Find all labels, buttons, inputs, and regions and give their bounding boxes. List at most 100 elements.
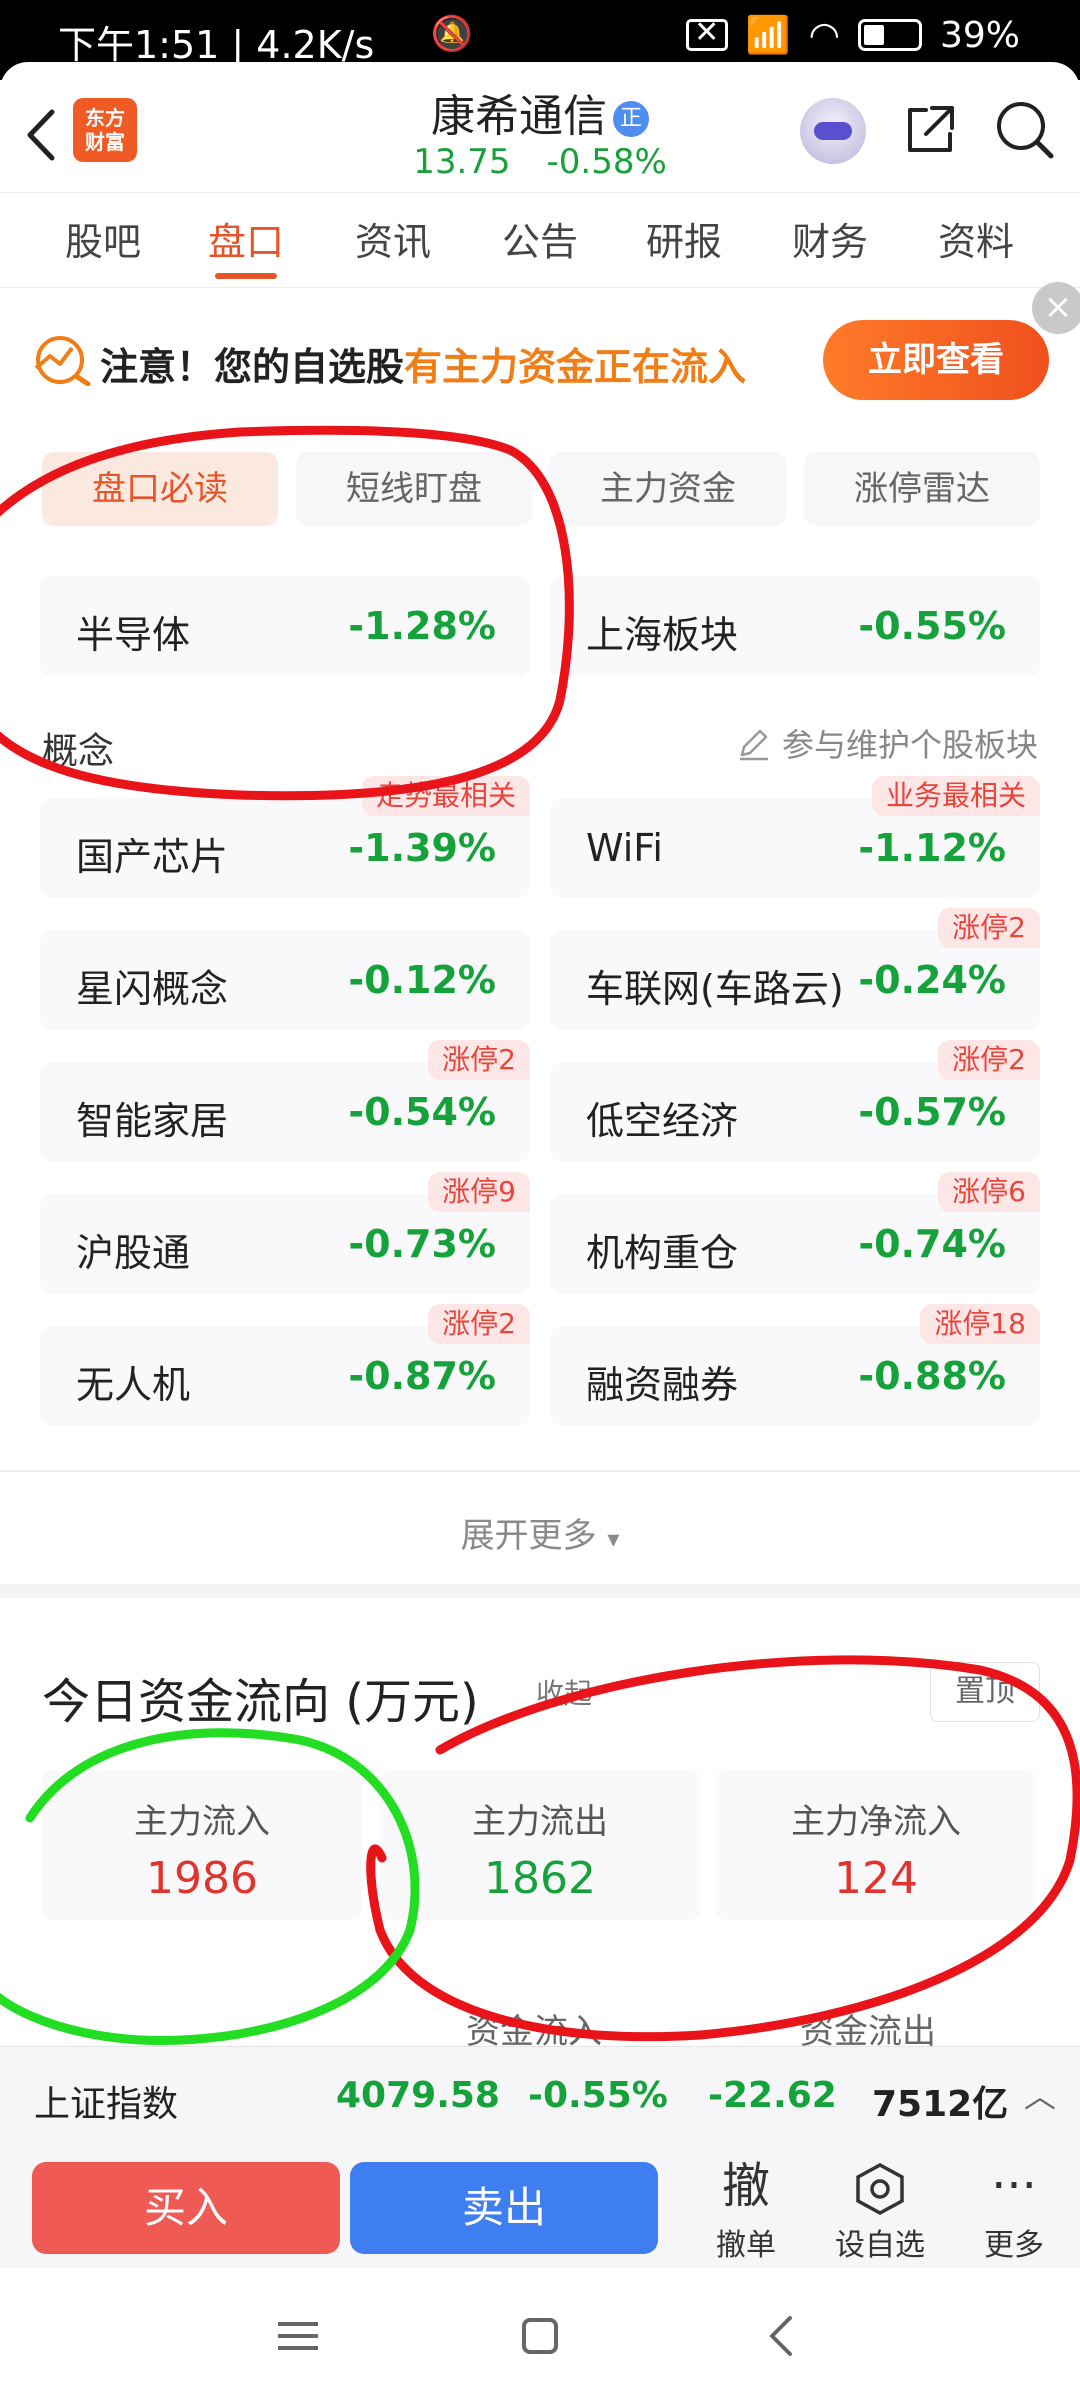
concept-name: 星闪概念 (76, 967, 229, 1011)
status-icons: 🔕 ✕ 📶 ◠ 39% (431, 14, 1020, 56)
hexagon-icon (820, 2156, 940, 2216)
tab-announcements[interactable]: 公告 (470, 211, 610, 266)
concept-tag: 涨停2 (428, 1304, 530, 1344)
concept-card[interactable]: 涨停2 车联网(车路云) -0.24% (550, 908, 1040, 1030)
concept-tag: 业务最相关 (871, 776, 1040, 816)
buy-button[interactable]: 买入 (32, 2162, 340, 2254)
verified-badge: 正 (613, 101, 649, 137)
index-turnover: 7512亿 (872, 2084, 1009, 2125)
concept-change: -0.12% (348, 958, 496, 1002)
battery-icon (857, 19, 922, 51)
tab-profile[interactable]: 资料 (906, 211, 1046, 266)
active-tab-indicator (215, 273, 277, 279)
sector-name: 上海板块 (586, 613, 739, 657)
concept-card[interactable]: 涨停2 低空经济 -0.57% (550, 1040, 1040, 1162)
expand-more-button[interactable]: 展开更多 ▾ (0, 1508, 1080, 1557)
bell-off-icon: 🔕 (430, 14, 474, 54)
tab-pankou[interactable]: 盘口 (176, 211, 316, 266)
view-now-button[interactable]: 立即查看 (823, 320, 1049, 400)
pin-top-button[interactable]: 置顶 (930, 1662, 1040, 1722)
concept-card[interactable]: 涨停9 沪股通 -0.73% (40, 1172, 530, 1294)
caret-down-icon: ▾ (607, 1525, 620, 1553)
concept-tag: 走势最相关 (361, 776, 530, 816)
outflow-label: 主力流出 (472, 1802, 608, 1842)
tab-research[interactable]: 研报 (614, 211, 754, 266)
tab-finance[interactable]: 财务 (760, 211, 900, 266)
index-value: 4079.58 (336, 2075, 500, 2116)
concept-change: -1.12% (858, 826, 1006, 870)
concept-name: 车联网(车路云) (586, 967, 844, 1011)
tab-news[interactable]: 资讯 (323, 211, 463, 266)
inflow-label: 主力流入 (134, 1802, 270, 1842)
tab-guba[interactable]: 股吧 (33, 211, 173, 266)
concept-card[interactable]: 星闪概念 -0.12% (40, 930, 530, 1030)
battery-percent: 39% (939, 14, 1020, 56)
concept-tag: 涨停2 (938, 908, 1040, 948)
concept-name: 无人机 (76, 1363, 191, 1407)
concept-card[interactable]: 涨停18 融资融券 -0.88% (550, 1304, 1040, 1426)
concept-change: -0.73% (348, 1222, 496, 1266)
divider (0, 1470, 1080, 1472)
close-banner-button[interactable]: × (1032, 282, 1080, 334)
sector-name: 半导体 (76, 613, 191, 657)
menu-icon[interactable] (268, 2306, 328, 2366)
section-separator (0, 1584, 1080, 1598)
more-button[interactable]: ··· 更多 (954, 2156, 1074, 2264)
concept-change: -0.24% (858, 958, 1006, 1002)
inflow-value: 1986 (146, 1853, 258, 1904)
notice-text[interactable]: 注意！您的自选股有主力资金正在流入 (100, 336, 746, 391)
main-net-inflow-box: 主力净流入 124 (716, 1770, 1036, 1920)
chevron-up-icon[interactable]: ︿ (1024, 2071, 1056, 2117)
industry-card[interactable]: 半导体 -1.28% (40, 576, 530, 676)
collapse-button[interactable]: 收起 (536, 1672, 592, 1712)
home-icon[interactable] (510, 2306, 570, 2366)
concept-name: WiFi (586, 826, 663, 870)
sector-change: -0.55% (858, 604, 1006, 648)
money-flow-title: 今日资金流向 (万元) (42, 1674, 479, 1730)
concept-tag: 涨停2 (428, 1040, 530, 1080)
cancel-order-icon: 撤 (721, 2158, 770, 2214)
stock-name: 康希通信 (431, 91, 607, 142)
concept-card[interactable]: 业务最相关 WiFi -1.12% (550, 776, 1040, 898)
stock-change: -0.58% (546, 142, 667, 182)
ai-assistant-avatar[interactable] (800, 98, 866, 164)
wifi-icon: ◠ (808, 14, 840, 56)
concept-section-label: 概念 (42, 731, 115, 772)
concept-change: -0.54% (348, 1090, 496, 1134)
back-nav-icon[interactable] (752, 2306, 812, 2366)
concept-change: -0.74% (858, 1222, 1006, 1266)
concept-tag: 涨停6 (938, 1172, 1040, 1212)
concept-card[interactable]: 涨停6 机构重仓 -0.74% (550, 1172, 1040, 1294)
index-ticker-bar[interactable]: 上证指数 4079.58 -0.55% -22.62 7512亿 ︿ (0, 2046, 1080, 2144)
concept-card[interactable]: 涨停2 无人机 -0.87% (40, 1304, 530, 1426)
sell-button[interactable]: 卖出 (350, 2162, 658, 2254)
concept-tag: 涨停18 (920, 1304, 1040, 1344)
subtab-main-funds[interactable]: 主力资金 (550, 452, 786, 526)
main-tabs: 股吧 盘口 资讯 公告 研报 财务 资料 (0, 192, 1080, 288)
main-inflow-box: 主力流入 1986 (42, 1770, 362, 1920)
subtab-limit-radar[interactable]: 涨停雷达 (804, 452, 1040, 526)
share-icon[interactable] (900, 100, 960, 160)
subtab-short-watch[interactable]: 短线盯盘 (296, 452, 532, 526)
index-change: -22.62 (708, 2075, 837, 2116)
add-watchlist-button[interactable]: 设自选 (820, 2156, 940, 2264)
index-change-pct: -0.55% (528, 2075, 668, 2116)
edit-icon (739, 729, 768, 761)
search-icon[interactable] (993, 98, 1057, 162)
more-dots-icon: ··· (991, 2158, 1037, 2214)
concept-card[interactable]: 涨停2 智能家居 -0.54% (40, 1040, 530, 1162)
region-card[interactable]: 上海板块 -0.55% (550, 576, 1040, 676)
outflow-value: 1862 (484, 1853, 596, 1904)
subtab-must-read[interactable]: 盘口必读 (42, 452, 278, 526)
concept-change: -0.87% (348, 1354, 496, 1398)
concept-tag: 涨停9 (428, 1172, 530, 1212)
sim-icon: ✕ (685, 18, 728, 51)
maintain-sectors-link[interactable]: 参与维护个股板块 (736, 720, 1038, 766)
status-time: 下午1:51 | 4.2K/s (58, 23, 375, 67)
stock-price: 13.75 (413, 142, 511, 182)
concept-name: 融资融券 (586, 1363, 739, 1407)
concept-name: 沪股通 (76, 1231, 191, 1275)
cancel-order-button[interactable]: 撤 撤单 (686, 2156, 806, 2264)
concept-card[interactable]: 走势最相关 国产芯片 -1.39% (40, 776, 530, 898)
concept-change: -1.39% (348, 826, 496, 870)
